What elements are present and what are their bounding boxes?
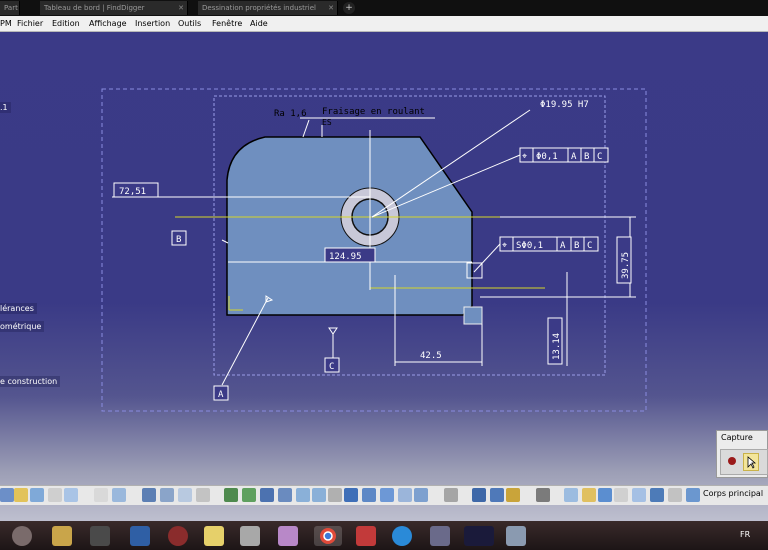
help-icon[interactable] — [64, 488, 78, 502]
catalog-icon[interactable] — [178, 488, 192, 502]
frame1-value: Φ0,1 — [536, 152, 558, 162]
tolerance-frame-1[interactable]: ⌖ Φ0,1 A B C — [519, 147, 609, 163]
multi-view-icon[interactable] — [344, 488, 358, 502]
ie-icon[interactable] — [392, 526, 412, 546]
record-icon[interactable] — [725, 453, 739, 469]
table-icon[interactable] — [142, 488, 156, 502]
datum-b[interactable]: B — [171, 230, 187, 246]
tolerance-frame-2[interactable]: ⌖ SΦ0,1 A B C — [499, 236, 599, 252]
position-icon: ⌖ — [502, 241, 507, 251]
app-icon[interactable] — [90, 526, 110, 546]
manipulate-icon[interactable] — [582, 488, 596, 502]
redo-icon[interactable] — [48, 488, 62, 502]
datum-a-text: A — [218, 390, 224, 400]
dim-3975-text: 39.75 — [621, 252, 631, 279]
capture-title: Capture — [721, 433, 753, 442]
diameter-label[interactable]: Φ19.95 H7 — [540, 100, 589, 110]
explorer-icon[interactable] — [52, 526, 72, 546]
settings-icon[interactable] — [196, 488, 210, 502]
link-icon[interactable] — [650, 488, 664, 502]
shading-icon[interactable] — [380, 488, 394, 502]
media-icon[interactable] — [168, 526, 188, 546]
network-icon[interactable] — [430, 526, 450, 546]
snap-icon[interactable] — [598, 488, 612, 502]
measure-icon[interactable] — [472, 488, 486, 502]
frame2-datum3: C — [587, 241, 592, 251]
datum-b-text: B — [176, 235, 181, 245]
measure-item-icon[interactable] — [490, 488, 504, 502]
undo-icon[interactable] — [30, 488, 44, 502]
datum-a[interactable]: A — [213, 385, 229, 401]
tree-icon[interactable] — [160, 488, 174, 502]
select-cursor-icon[interactable] — [743, 453, 759, 471]
swap-space-icon[interactable] — [414, 488, 428, 502]
chrome-icon[interactable] — [314, 526, 342, 546]
iso-view-icon[interactable] — [362, 488, 376, 502]
body-icon[interactable] — [686, 488, 700, 502]
zoom-out-icon[interactable] — [312, 488, 326, 502]
rotate-icon[interactable] — [278, 488, 292, 502]
animation-icon[interactable] — [564, 488, 578, 502]
formula-icon[interactable] — [94, 488, 108, 502]
comment-icon[interactable] — [112, 488, 126, 502]
apply-material-icon[interactable] — [506, 488, 520, 502]
language-indicator[interactable]: FR — [740, 530, 750, 539]
dim-12495-text: 124.95 — [329, 252, 362, 262]
scale-icon[interactable] — [614, 488, 628, 502]
new-icon[interactable] — [0, 488, 14, 502]
datum-c[interactable]: C — [324, 357, 340, 373]
axis-icon[interactable] — [632, 488, 646, 502]
dim-1314[interactable]: 13.14 — [547, 317, 563, 365]
capture-panel: Capture — [716, 430, 768, 478]
bottom-toolbar: Corps principal — [0, 485, 768, 505]
start-icon[interactable] — [12, 526, 32, 546]
dim-12495[interactable]: 124.95 — [324, 247, 376, 263]
document-icon[interactable] — [204, 526, 224, 546]
dim-1314-text: 13.14 — [552, 333, 562, 360]
normal-view-icon[interactable] — [328, 488, 342, 502]
datum-c-triangle — [328, 327, 338, 335]
frame2-value: SΦ0,1 — [516, 241, 543, 251]
es-label[interactable]: ES — [322, 118, 332, 127]
machining-note[interactable]: Fraisage en roulant — [322, 107, 425, 117]
capture-more-icon[interactable] — [761, 453, 767, 469]
frame2-datum2: B — [574, 241, 579, 251]
window-icon[interactable] — [506, 526, 526, 546]
camera-icon[interactable] — [536, 488, 550, 502]
fly-icon[interactable] — [224, 488, 238, 502]
frame1-datum1: A — [571, 152, 577, 162]
hide-show-icon[interactable] — [398, 488, 412, 502]
filter-icon[interactable] — [668, 488, 682, 502]
datum-c-text: C — [329, 362, 334, 372]
taskbar: FR — [0, 521, 768, 550]
catia-icon[interactable] — [464, 526, 494, 546]
video-icon[interactable] — [356, 526, 376, 546]
position-icon: ⌖ — [522, 152, 527, 162]
zoom-in-icon[interactable] — [296, 488, 310, 502]
print-icon[interactable] — [444, 488, 458, 502]
corner-notch — [463, 306, 483, 325]
dim-425[interactable]: 42.5 — [420, 351, 442, 361]
frame1-datum3: C — [597, 152, 602, 162]
dim-7251-text: 72,51 — [119, 187, 146, 197]
image-icon[interactable] — [278, 526, 298, 546]
pan-icon[interactable] — [260, 488, 274, 502]
roughness-label[interactable]: Ra 1,6 — [274, 109, 307, 119]
frame2-datum1: A — [560, 241, 566, 251]
capture-toolbar — [720, 449, 768, 475]
fit-all-icon[interactable] — [242, 488, 256, 502]
shield-icon[interactable] — [130, 526, 150, 546]
open-icon[interactable] — [14, 488, 28, 502]
drawing-canvas[interactable]: Ra 1,6 Fraisage en roulant ES Φ19.95 H7 … — [0, 0, 768, 550]
dim-7251[interactable]: 72,51 — [113, 182, 159, 198]
tools-icon[interactable] — [240, 526, 260, 546]
dim-3975[interactable]: 39.75 — [616, 236, 632, 284]
body-selector[interactable]: Corps principal — [703, 489, 763, 498]
frame1-datum2: B — [584, 152, 589, 162]
